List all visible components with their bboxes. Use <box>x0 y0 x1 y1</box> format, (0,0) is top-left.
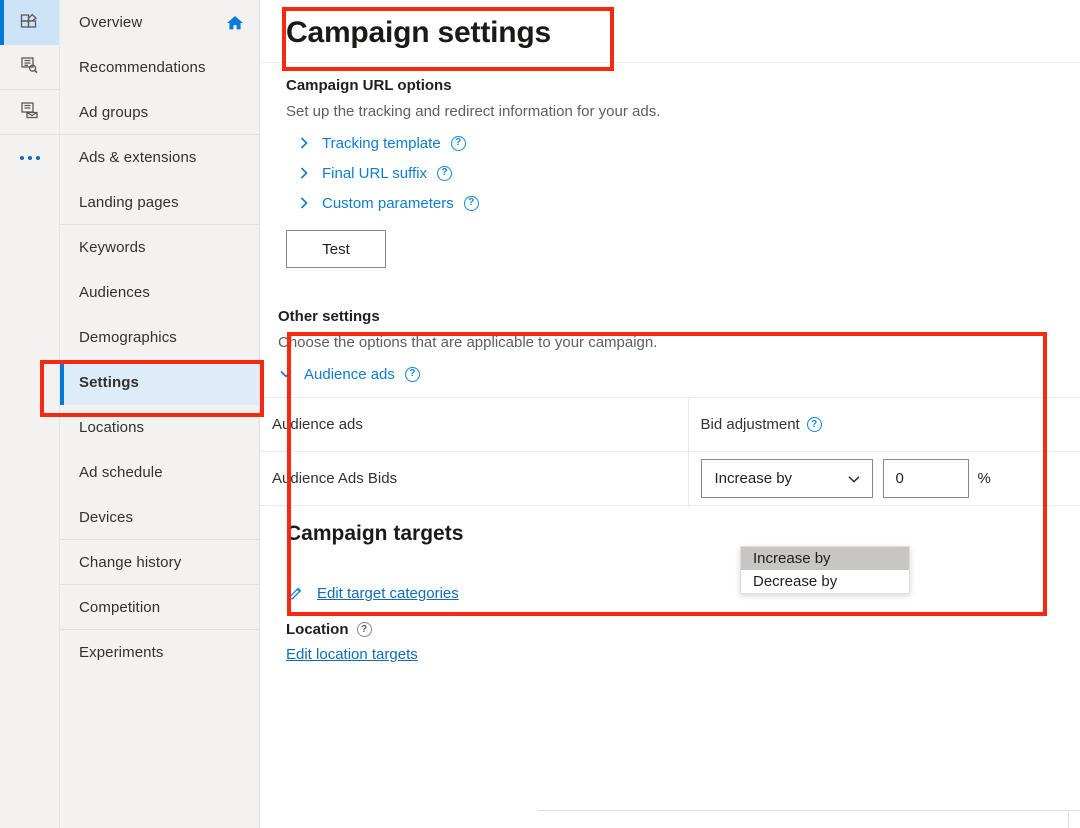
sidebar-item-label: Ad schedule <box>79 464 163 481</box>
campaign-url-options-description: Set up the tracking and redirect informa… <box>286 103 661 120</box>
col-header-label: Audience ads <box>272 416 363 433</box>
ads-rail-icon-button[interactable] <box>0 90 59 135</box>
sidebar-item-ads-extensions[interactable]: Ads & extensions <box>60 135 259 180</box>
bid-direction-value: Increase by <box>714 470 793 487</box>
dropdown-option-decrease-by[interactable]: Decrease by <box>741 570 909 593</box>
chevron-right-icon <box>296 135 312 151</box>
pages-search-icon <box>19 54 41 81</box>
percent-unit-label: % <box>977 470 991 487</box>
icon-rail <box>0 0 60 828</box>
row-label-cell: Audience Ads Bids <box>260 451 689 506</box>
audience-ads-toggle-row[interactable]: Audience ads ? <box>278 359 1080 389</box>
location-label: Location <box>286 621 349 638</box>
edit-target-categories-row[interactable]: Edit target categories <box>286 584 1080 603</box>
home-icon <box>225 13 245 33</box>
final-url-suffix-row[interactable]: Final URL suffix ? <box>296 158 1080 188</box>
col-header-audience-ads: Audience ads <box>260 397 689 452</box>
sidebar-item-label: Overview <box>79 14 143 31</box>
sidebar-item-label: Experiments <box>79 644 164 661</box>
col-header-label: Bid adjustment <box>700 416 800 433</box>
page-title: Campaign settings <box>286 16 551 49</box>
custom-parameters-row[interactable]: Custom parameters ? <box>296 188 1080 218</box>
bottom-table-column-divider <box>1068 811 1069 828</box>
help-icon[interactable]: ? <box>806 417 822 432</box>
sidebar-item-label: Recommendations <box>79 59 206 76</box>
sidebar-item-label: Change history <box>79 553 182 571</box>
sidebar-item-competition[interactable]: Competition <box>60 585 259 630</box>
edit-target-categories-link[interactable]: Edit target categories <box>317 585 459 602</box>
location-label-row: Location ? <box>286 621 1080 638</box>
sidebar-item-label: Landing pages <box>79 193 179 211</box>
overview-rail-icon-button[interactable] <box>0 0 59 45</box>
other-settings-section: Other settings Choose the options that a… <box>260 296 1080 506</box>
final-url-suffix-label: Final URL suffix <box>322 164 428 182</box>
table-header-row: Audience ads Bid adjustment ? <box>260 397 1080 452</box>
bottom-table-header <box>538 810 1080 828</box>
sidebar-item-overview[interactable]: Overview <box>60 0 259 45</box>
audience-ads-table: Audience ads Bid adjustment ? Audience A… <box>260 397 1080 506</box>
dropdown-option-increase-by[interactable]: Increase by <box>741 547 909 570</box>
edit-location-targets-link[interactable]: Edit location targets <box>286 646 418 663</box>
sidebar-item-label: Locations <box>79 419 145 436</box>
campaign-url-options-section: Campaign URL options Set up the tracking… <box>260 63 1080 268</box>
test-button[interactable]: Test <box>286 230 386 268</box>
campaign-targets-section: Campaign targets Edit target categories … <box>260 506 1080 664</box>
sidebar-item-label: Demographics <box>79 329 177 346</box>
table-row: Audience Ads Bids Increase by 0 % <box>260 451 1080 506</box>
dashboard-grid-icon <box>19 9 41 36</box>
sidebar-item-keywords[interactable]: Keywords <box>60 225 259 270</box>
other-settings-heading: Other settings <box>278 308 380 325</box>
col-header-bid-adjustment: Bid adjustment ? <box>688 397 1080 452</box>
sidebar-item-change-history[interactable]: Change history <box>60 540 259 585</box>
sidebar-item-label: Ad groups <box>79 103 149 121</box>
chevron-down-icon <box>846 471 862 487</box>
dot-3 <box>35 156 40 160</box>
pencil-icon <box>286 584 305 603</box>
sidebar-item-audiences[interactable]: Audiences <box>60 270 259 315</box>
recommendations-rail-icon-button[interactable] <box>0 45 59 90</box>
tracking-template-label: Tracking template <box>322 134 441 152</box>
other-settings-description: Choose the options that are applicable t… <box>278 334 658 351</box>
sidebar-item-label: Keywords <box>79 239 146 256</box>
audience-ads-label: Audience ads <box>304 365 395 383</box>
sidebar-item-settings[interactable]: Settings <box>60 360 259 405</box>
chevron-right-icon <box>296 165 312 181</box>
sidebar-item-label: Competition <box>79 598 161 616</box>
help-icon[interactable]: ? <box>356 622 372 637</box>
sidebar-item-locations[interactable]: Locations <box>60 405 259 450</box>
bid-amount-input[interactable] <box>882 459 969 498</box>
bid-direction-select[interactable]: Increase by <box>700 459 873 498</box>
chevron-right-icon <box>296 195 312 211</box>
sidebar-item-landing-pages[interactable]: Landing pages <box>60 180 259 225</box>
sidebar-item-ad-groups[interactable]: Ad groups <box>60 90 259 135</box>
sidebar-item-demographics[interactable]: Demographics <box>60 315 259 360</box>
campaign-settings-page: Overview Recommendations Ad groups Ads &… <box>0 0 1080 828</box>
help-icon[interactable]: ? <box>450 135 466 151</box>
help-icon[interactable]: ? <box>404 366 420 382</box>
help-icon[interactable]: ? <box>463 195 479 211</box>
main-content: Campaign settings Campaign URL options S… <box>260 0 1080 828</box>
sidebar-item-label: Audiences <box>79 284 150 301</box>
help-icon[interactable]: ? <box>437 165 453 181</box>
sidebar-nav: Overview Recommendations Ad groups Ads &… <box>60 0 260 828</box>
custom-parameters-label: Custom parameters <box>322 194 454 212</box>
sidebar-item-label: Settings <box>79 374 139 391</box>
sidebar-item-label: Devices <box>79 508 134 526</box>
dot-1 <box>19 156 24 160</box>
chevron-down-icon <box>278 366 294 382</box>
sidebar-item-ad-schedule[interactable]: Ad schedule <box>60 450 259 495</box>
campaign-url-options-heading: Campaign URL options <box>286 77 452 94</box>
rail-overflow-button[interactable] <box>0 135 59 181</box>
pages-stack-icon <box>19 99 41 126</box>
sidebar-item-label: Ads & extensions <box>79 149 197 166</box>
campaign-targets-heading: Campaign targets <box>286 522 464 545</box>
dot-2 <box>27 156 32 160</box>
bid-direction-dropdown-menu[interactable]: Increase by Decrease by <box>740 546 910 594</box>
bid-adjustment-cell: Increase by % <box>688 451 1080 506</box>
sidebar-item-experiments[interactable]: Experiments <box>60 630 259 675</box>
sidebar-item-devices[interactable]: Devices <box>60 495 259 540</box>
tracking-template-row[interactable]: Tracking template ? <box>296 128 1080 158</box>
sidebar-item-recommendations[interactable]: Recommendations <box>60 45 259 90</box>
